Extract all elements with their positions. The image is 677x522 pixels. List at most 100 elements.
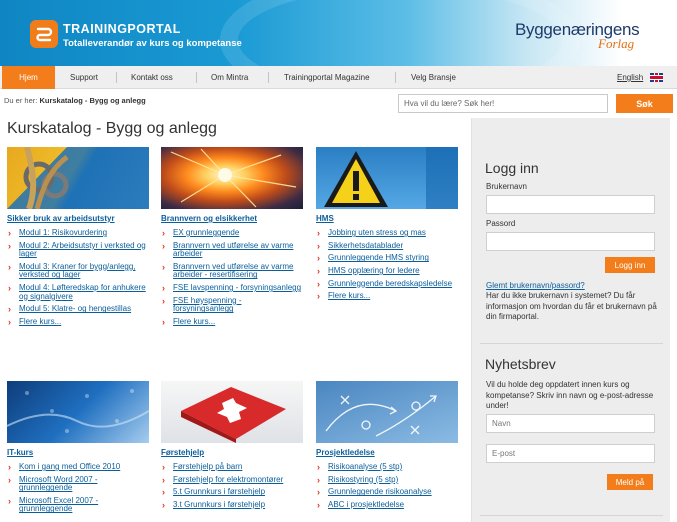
sidebar-divider xyxy=(480,515,663,516)
arrow-right-icon: › xyxy=(317,500,320,511)
category-card: Førstehjelp › Førstehjelp på barn › Første… xyxy=(161,381,303,514)
newsletter-email-field[interactable] xyxy=(486,444,655,463)
arrow-right-icon: › xyxy=(162,487,165,498)
category-title[interactable]: HMS xyxy=(316,214,458,224)
newsletter-name-field[interactable] xyxy=(486,414,655,433)
site-header: TRAININGPORTAL Totalleverandør av kurs o… xyxy=(0,0,677,66)
breadcrumb-prefix: Du er her: xyxy=(4,96,38,105)
arrow-right-icon: › xyxy=(317,291,320,302)
course-link[interactable]: › Førstehjelp for elektromontører xyxy=(161,474,303,485)
course-link[interactable]: › Modul 2: Arbeidsutstyr i verksted og la… xyxy=(7,240,149,259)
trainingportal-logo-icon[interactable] xyxy=(30,20,58,48)
course-link[interactable]: › HMS opplæring for ledere xyxy=(316,266,458,277)
brand-name[interactable]: TRAININGPORTAL xyxy=(63,22,181,36)
nav-item-about[interactable]: Om Mintra xyxy=(211,66,248,89)
category-card: Brannvern og elsikkerhet › EX grunnleggen… xyxy=(161,147,303,331)
category-title[interactable]: Sikker bruk av arbeidsutstyr xyxy=(7,214,149,224)
course-link[interactable]: › Jobbing uten stress og mas xyxy=(316,228,458,238)
username-label: Brukernavn xyxy=(486,182,527,191)
arrow-right-icon: › xyxy=(162,316,165,327)
brand-tagline: Totalleverandør av kurs og kompetanse xyxy=(63,38,242,49)
arrow-right-icon: › xyxy=(8,462,11,472)
arrow-right-icon: › xyxy=(162,261,165,272)
partner-logo-line2: Forlag xyxy=(598,36,635,51)
course-link[interactable]: › Grunnleggende beredskapsledelse xyxy=(316,279,458,289)
course-link[interactable]: › Sikkerhetsdatablader xyxy=(316,241,458,251)
arrow-right-icon: › xyxy=(317,474,320,485)
nav-item-magazine[interactable]: Trainingportal Magazine xyxy=(284,66,370,89)
more-courses-link[interactable]: › Flere kurs... xyxy=(316,292,458,301)
uk-flag-icon[interactable] xyxy=(650,73,663,82)
course-link[interactable]: › 5.t Grunnkurs i førstehjelp xyxy=(161,488,303,497)
arrow-right-icon: › xyxy=(162,462,165,472)
password-field[interactable] xyxy=(486,232,655,251)
course-link[interactable]: › Modul 5: Klatre- og hengestillas xyxy=(7,305,149,314)
category-image[interactable] xyxy=(161,147,303,209)
course-link[interactable]: › FSE lavspenning - forsyningsanlegg xyxy=(161,283,303,294)
partner-logo[interactable]: Byggenæringens Forlag xyxy=(515,20,655,51)
course-link[interactable]: › Modul 3: Kraner for bygg/anlegg, verkst… xyxy=(7,261,149,280)
newsletter-heading: Nyhetsbrev xyxy=(485,356,556,372)
nav-item-support[interactable]: Support xyxy=(70,66,98,89)
search-button[interactable]: Søk xyxy=(616,94,673,113)
category-image[interactable] xyxy=(7,147,149,209)
newsletter-text: Vil du holde deg oppdatert innen kurs og… xyxy=(486,380,654,410)
username-field[interactable] xyxy=(486,195,655,214)
breadcrumb-current: Kurskatalog - Bygg og anlegg xyxy=(39,96,146,105)
course-link[interactable]: › Modul 4: Løfteredskap for anhukere og s… xyxy=(7,283,149,301)
arrow-right-icon: › xyxy=(162,295,165,306)
course-link[interactable]: › Førstehjelp på barn xyxy=(161,462,303,472)
arrow-right-icon: › xyxy=(8,495,11,506)
course-link[interactable]: › Brannvern ved utførelse av varme arbeid… xyxy=(161,241,303,259)
course-link[interactable]: › Grunnleggende risikoanalyse xyxy=(316,488,458,497)
category-image[interactable] xyxy=(161,381,303,443)
arrow-right-icon: › xyxy=(8,240,11,251)
category-title[interactable]: Brannvern og elsikkerhet xyxy=(161,214,303,224)
course-link[interactable]: › Grunnleggende HMS styring xyxy=(316,254,458,263)
main-nav: Hjem Support Kontakt oss Om Mintra Train… xyxy=(0,66,677,89)
nav-divider xyxy=(196,72,197,83)
arrow-right-icon: › xyxy=(317,228,320,238)
arrow-right-icon: › xyxy=(162,474,165,485)
nav-item-home[interactable]: Hjem xyxy=(2,66,55,89)
arrow-right-icon: › xyxy=(8,228,11,238)
language-link[interactable]: English xyxy=(617,66,643,89)
course-link[interactable]: › EX grunnleggende xyxy=(161,228,303,238)
arrow-right-icon: › xyxy=(317,253,320,264)
arrow-right-icon: › xyxy=(317,462,320,472)
arrow-right-icon: › xyxy=(162,283,165,294)
course-link[interactable]: › FSE høyspenning - forsyningsanlegg xyxy=(161,295,303,314)
course-link[interactable]: › Microsoft Word 2007 - grunnleggende xyxy=(7,475,149,493)
course-link[interactable]: › Risikostyring (5 stp) xyxy=(316,474,458,485)
arrow-right-icon: › xyxy=(317,266,320,277)
login-info-text: Har du ikke brukernavn i systemet? Du få… xyxy=(486,291,657,321)
course-link[interactable]: › Microsoft Excel 2007 - grunnleggende xyxy=(7,495,149,514)
nav-item-industry[interactable]: Velg Bransje xyxy=(411,66,456,89)
category-image[interactable] xyxy=(7,381,149,443)
arrow-right-icon: › xyxy=(162,228,165,238)
search-input[interactable] xyxy=(398,94,608,113)
course-link[interactable]: › 3.t Grunnkurs i førstehjelp xyxy=(161,500,303,510)
login-button[interactable]: Logg inn xyxy=(605,257,655,273)
course-link[interactable]: › ABC i prosjektledelse xyxy=(316,500,458,511)
category-title[interactable]: IT-kurs xyxy=(7,448,149,458)
category-title[interactable]: Prosjektledelse xyxy=(316,448,458,458)
category-image[interactable] xyxy=(316,147,458,209)
forgot-password-link[interactable]: Glemt brukernavn/passord? xyxy=(486,281,585,290)
arrow-right-icon: › xyxy=(8,283,11,294)
more-courses-link[interactable]: › Flere kurs... xyxy=(7,317,149,327)
course-link[interactable]: › Risikoanalyse (5 stp) xyxy=(316,462,458,472)
category-card: Prosjektledelse › Risikoanalyse (5 stp) ›… xyxy=(316,381,458,514)
course-link[interactable]: › Kom i gang med Office 2010 xyxy=(7,462,149,472)
category-image[interactable] xyxy=(316,381,458,443)
breadcrumb: Du er her: Kurskatalog - Bygg og anlegg xyxy=(4,96,146,105)
nav-divider xyxy=(116,72,117,83)
nav-item-contact[interactable]: Kontakt oss xyxy=(131,66,173,89)
arrow-right-icon: › xyxy=(8,261,11,272)
course-link[interactable]: › Modul 1: Risikovurdering xyxy=(7,228,149,238)
category-card: HMS › Jobbing uten stress og mas › Sikkerh… xyxy=(316,147,458,305)
category-title[interactable]: Førstehjelp xyxy=(161,448,303,458)
course-link[interactable]: › Brannvern ved utførelse av varme arbeid… xyxy=(161,261,303,280)
subscribe-button[interactable]: Meld på xyxy=(607,474,653,490)
more-courses-link[interactable]: › Flere kurs... xyxy=(161,316,303,327)
